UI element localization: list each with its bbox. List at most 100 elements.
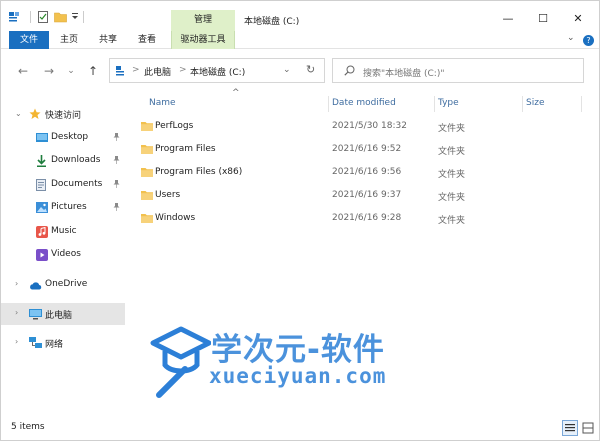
sidebar-item-label: Desktop [51,132,89,142]
file-type: 文件夹 [438,216,466,226]
column-divider[interactable] [581,96,582,112]
computer-icon [29,309,42,320]
app-menu-icon[interactable] [9,10,21,24]
sidebar-item-downloads[interactable]: Downloads [1,150,125,172]
tab-file[interactable]: 文件 [9,31,49,49]
table-row[interactable]: Users 2021/6/16 9:37 文件夹 [125,185,599,208]
chevron-right-icon[interactable]: › [15,337,18,346]
explorer-window: 管理 本地磁盘 (C:) — ☐ ✕ 文件 主页 共享 查看 驱动器工具 ⌄ ?… [0,0,600,441]
pin-icon[interactable] [113,203,120,213]
folder-icon [141,167,153,177]
sidebar-item-label: Pictures [51,202,87,212]
tab-share[interactable]: 共享 [92,31,124,49]
folder-icon [141,144,153,154]
column-header-date-modified[interactable]: Date modified [332,94,396,112]
close-button[interactable]: ✕ [567,9,589,27]
documents-icon [36,179,47,191]
refresh-button[interactable]: ↻ [306,63,315,76]
sidebar-item-music[interactable]: Music [1,221,125,243]
sidebar-item-this-pc[interactable]: › 此电脑 [1,303,125,325]
search-icon [344,65,355,79]
minimize-button[interactable]: — [497,9,519,27]
videos-icon [36,249,48,261]
title-bar: 管理 本地磁盘 (C:) — ☐ ✕ [1,1,599,31]
sidebar-item-videos[interactable]: Videos [1,244,125,266]
column-divider[interactable] [434,96,435,112]
pictures-icon [36,202,48,213]
column-header-type[interactable]: Type [438,94,459,112]
help-icon[interactable]: ? [583,35,594,46]
table-row[interactable]: PerfLogs 2021/5/30 18:32 文件夹 [125,116,599,139]
back-button[interactable]: ← [15,63,31,79]
search-box[interactable]: 搜索"本地磁盘 (C:)" [332,58,584,83]
sidebar-item-label: 网络 [45,340,64,350]
file-date: 2021/5/30 18:32 [332,121,407,131]
column-divider[interactable] [522,96,523,112]
column-divider[interactable] [328,96,329,112]
sidebar-item-pictures[interactable]: Pictures [1,197,125,219]
cloud-icon [29,281,42,292]
folder-icon [141,190,153,200]
ribbon-tabs: 文件 主页 共享 查看 驱动器工具 ⌄ ? [1,31,599,49]
manage-context-tab: 管理 [171,10,235,31]
forward-button[interactable]: → [41,63,57,79]
address-dropdown-button[interactable]: ⌄ [283,65,291,75]
sidebar-item-onedrive[interactable]: › OneDrive [1,274,125,296]
navigation-bar: ← → ⌄ ↑ > 此电脑 > 本地磁盘 (C:) ⌄ ↻ 搜索"本地磁盘 (C… [1,50,599,94]
file-name: PerfLogs [155,121,194,131]
tab-drive-tools[interactable]: 驱动器工具 [171,31,235,49]
sidebar-item-quick-access[interactable]: ⌄ 快速访问 [1,103,125,125]
sidebar-item-documents[interactable]: Documents [1,174,125,196]
sidebar-item-label: Documents [51,179,103,189]
file-date: 2021/6/16 9:37 [332,190,402,200]
search-placeholder: 搜索"本地磁盘 (C:)" [363,69,445,79]
breadcrumb-local-disk[interactable]: 本地磁盘 (C:) [190,65,245,78]
music-icon [36,226,48,238]
pin-icon[interactable] [113,180,120,190]
status-bar: 5 items [1,416,599,440]
sidebar-item-label: 此电脑 [45,311,73,321]
address-bar[interactable]: > 此电脑 > 本地磁盘 (C:) ⌄ ↻ [109,58,325,83]
file-type: 文件夹 [438,193,466,203]
breadcrumb-separator: > [179,65,187,75]
separator [83,11,84,23]
pin-icon[interactable] [113,133,120,143]
table-row[interactable]: Program Files 2021/6/16 9:52 文件夹 [125,139,599,162]
item-count: 5 items [11,422,45,432]
tab-home[interactable]: 主页 [53,31,85,49]
chevron-right-icon[interactable]: › [15,279,18,288]
table-row[interactable]: Program Files (x86) 2021/6/16 9:56 文件夹 [125,162,599,185]
customize-quick-access-icon[interactable] [71,10,79,24]
breadcrumb-this-pc[interactable]: 此电脑 [144,65,171,78]
chevron-down-icon[interactable]: ⌄ [15,109,22,118]
sidebar-item-network[interactable]: › 网络 [1,332,125,354]
up-button[interactable]: ↑ [85,63,101,79]
pin-icon[interactable] [113,156,120,166]
tab-view[interactable]: 查看 [131,31,163,49]
sidebar-item-label: 快速访问 [45,111,82,121]
maximize-button[interactable]: ☐ [532,9,554,27]
new-folder-icon[interactable] [54,10,67,24]
chevron-right-icon[interactable]: › [15,308,18,317]
column-header-name[interactable]: Name [149,94,176,112]
file-name: Program Files (x86) [155,167,243,177]
folder-icon [141,213,153,223]
column-header-size[interactable]: Size [526,94,544,112]
window-title: 本地磁盘 (C:) [244,17,300,27]
file-date: 2021/6/16 9:28 [332,213,402,223]
desktop-icon [36,133,48,144]
recent-locations-button[interactable]: ⌄ [63,63,79,79]
star-icon [29,108,41,119]
large-icons-view-button[interactable] [580,420,596,436]
expand-ribbon-icon[interactable]: ⌄ [567,33,575,43]
watermark: 学次元-软件 xueciyuan.com [147,319,417,399]
file-name: Program Files [155,144,216,154]
graduation-cap-icon [149,321,212,402]
details-view-button[interactable] [562,420,578,436]
table-row[interactable]: Windows 2021/6/16 9:28 文件夹 [125,208,599,231]
sidebar-item-label: Videos [51,249,81,259]
download-icon [36,155,47,167]
properties-icon[interactable] [37,10,49,24]
sidebar-item-desktop[interactable]: Desktop [1,127,125,149]
file-date: 2021/6/16 9:56 [332,167,402,177]
